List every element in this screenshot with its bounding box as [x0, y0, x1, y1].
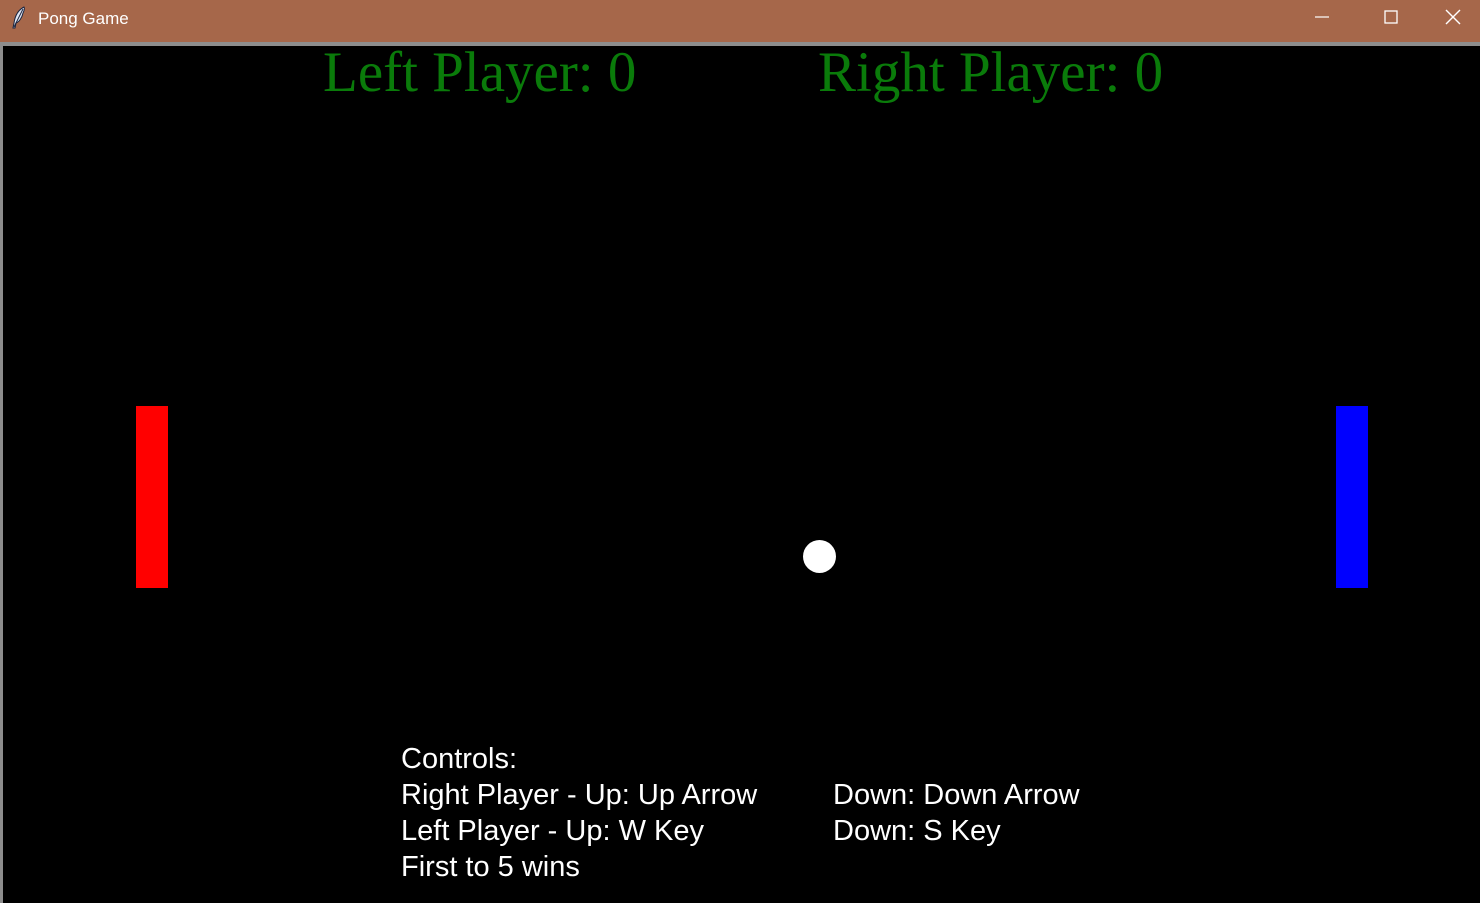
close-button[interactable] — [1426, 0, 1480, 38]
window-title: Pong Game — [38, 9, 129, 28]
left-player-up-control: Left Player - Up: W Key — [401, 815, 704, 847]
maximize-icon — [1383, 9, 1399, 30]
maximize-button[interactable] — [1356, 0, 1426, 38]
win-condition-text: First to 5 wins — [401, 851, 580, 883]
right-paddle — [1336, 406, 1368, 588]
right-player-down-control: Down: Down Arrow — [833, 779, 1080, 811]
controls-heading: Controls: — [401, 743, 518, 775]
game-canvas[interactable]: Left Player: 0 Right Player: 0 Controls:… — [3, 41, 1480, 903]
close-icon — [1444, 8, 1462, 31]
right-player-score: Right Player: 0 — [818, 41, 1164, 104]
left-player-score: Left Player: 0 — [323, 41, 637, 104]
left-player-down-control: Down: S Key — [833, 815, 1001, 847]
feather-icon — [9, 6, 29, 30]
title-bar[interactable]: Pong Game — [0, 0, 1480, 42]
right-player-up-control: Right Player - Up: Up Arrow — [401, 779, 758, 811]
app-window: Pong Game Left Player: 0 Right Player: 0… — [0, 0, 1480, 903]
ball — [803, 540, 836, 573]
minimize-icon — [1314, 9, 1330, 30]
left-paddle — [136, 406, 168, 588]
minimize-button[interactable] — [1287, 0, 1357, 38]
